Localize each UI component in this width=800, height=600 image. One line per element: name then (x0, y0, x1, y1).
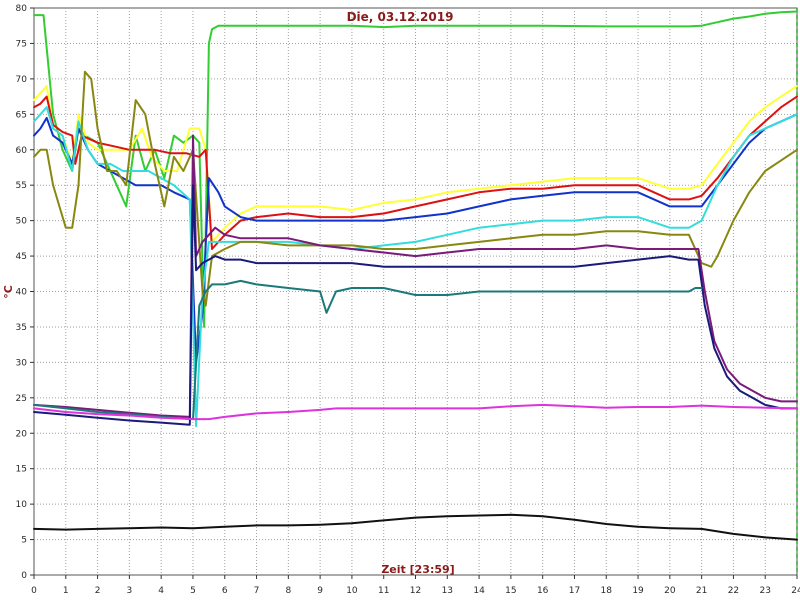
y-tick-label: 5 (21, 536, 27, 546)
x-tick-label: 23 (759, 586, 770, 596)
x-tick-label: 4 (158, 586, 164, 596)
x-tick-label: 21 (696, 586, 707, 596)
x-tick-label: 6 (222, 586, 228, 596)
y-tick-label: 35 (16, 323, 27, 333)
y-tick-label: 45 (16, 252, 27, 262)
y-tick-label: 0 (21, 571, 27, 581)
x-tick-label: 15 (505, 586, 516, 596)
x-tick-label: 2 (95, 586, 101, 596)
x-tick-label: 3 (127, 586, 133, 596)
chart-title: Die, 03.12.2019 (347, 10, 454, 24)
x-tick-label: 13 (442, 586, 453, 596)
x-tick-label: 9 (317, 586, 323, 596)
x-tick-label: 10 (346, 586, 358, 596)
x-tick-label: 5 (190, 586, 196, 596)
y-tick-label: 25 (16, 394, 27, 404)
x-tick-label: 7 (254, 586, 260, 596)
x-tick-label: 8 (285, 586, 291, 596)
x-axis-ticks: 0 1 2 3 4 5 6 7 8 9 10 11 12 13 14 15 16 17 18 19 20 21 22 23 24 (31, 575, 800, 596)
x-tick-label: 19 (632, 586, 644, 596)
y-tick-label: 15 (16, 465, 27, 475)
x-tick-label: 18 (601, 586, 613, 596)
x-tick-label: 12 (410, 586, 421, 596)
x-tick-label: 22 (728, 586, 739, 596)
y-tick-label: 70 (16, 75, 28, 85)
y-tick-label: 60 (16, 146, 28, 156)
x-tick-label: 0 (31, 586, 37, 596)
x-tick-label: 1 (63, 586, 69, 596)
y-tick-label: 50 (16, 217, 28, 227)
y-tick-label: 80 (16, 4, 28, 14)
x-tick-label: 11 (378, 586, 389, 596)
y-tick-label: 30 (16, 358, 28, 368)
y-tick-label: 65 (16, 110, 27, 120)
y-axis-ticks: 0 5 10 15 20 25 30 35 40 45 50 55 60 65 70 75 80 (16, 4, 34, 581)
x-tick-label: 17 (569, 586, 580, 596)
y-tick-label: 20 (16, 429, 28, 439)
x-tick-label: 24 (791, 586, 800, 596)
x-tick-label: 16 (537, 586, 549, 596)
x-axis-label: Zeit [23:59] (381, 563, 454, 576)
y-tick-label: 40 (16, 288, 28, 298)
line-chart: 0 1 2 3 4 5 6 7 8 9 10 11 12 13 14 15 16 17 18 19 20 21 22 23 24… (2, 4, 800, 596)
y-tick-label: 10 (16, 500, 28, 510)
x-tick-label: 14 (473, 586, 485, 596)
y-tick-label: 55 (16, 181, 27, 191)
x-tick-label: 20 (664, 586, 676, 596)
y-axis-label: °C (2, 285, 15, 299)
y-tick-label: 75 (16, 39, 27, 49)
